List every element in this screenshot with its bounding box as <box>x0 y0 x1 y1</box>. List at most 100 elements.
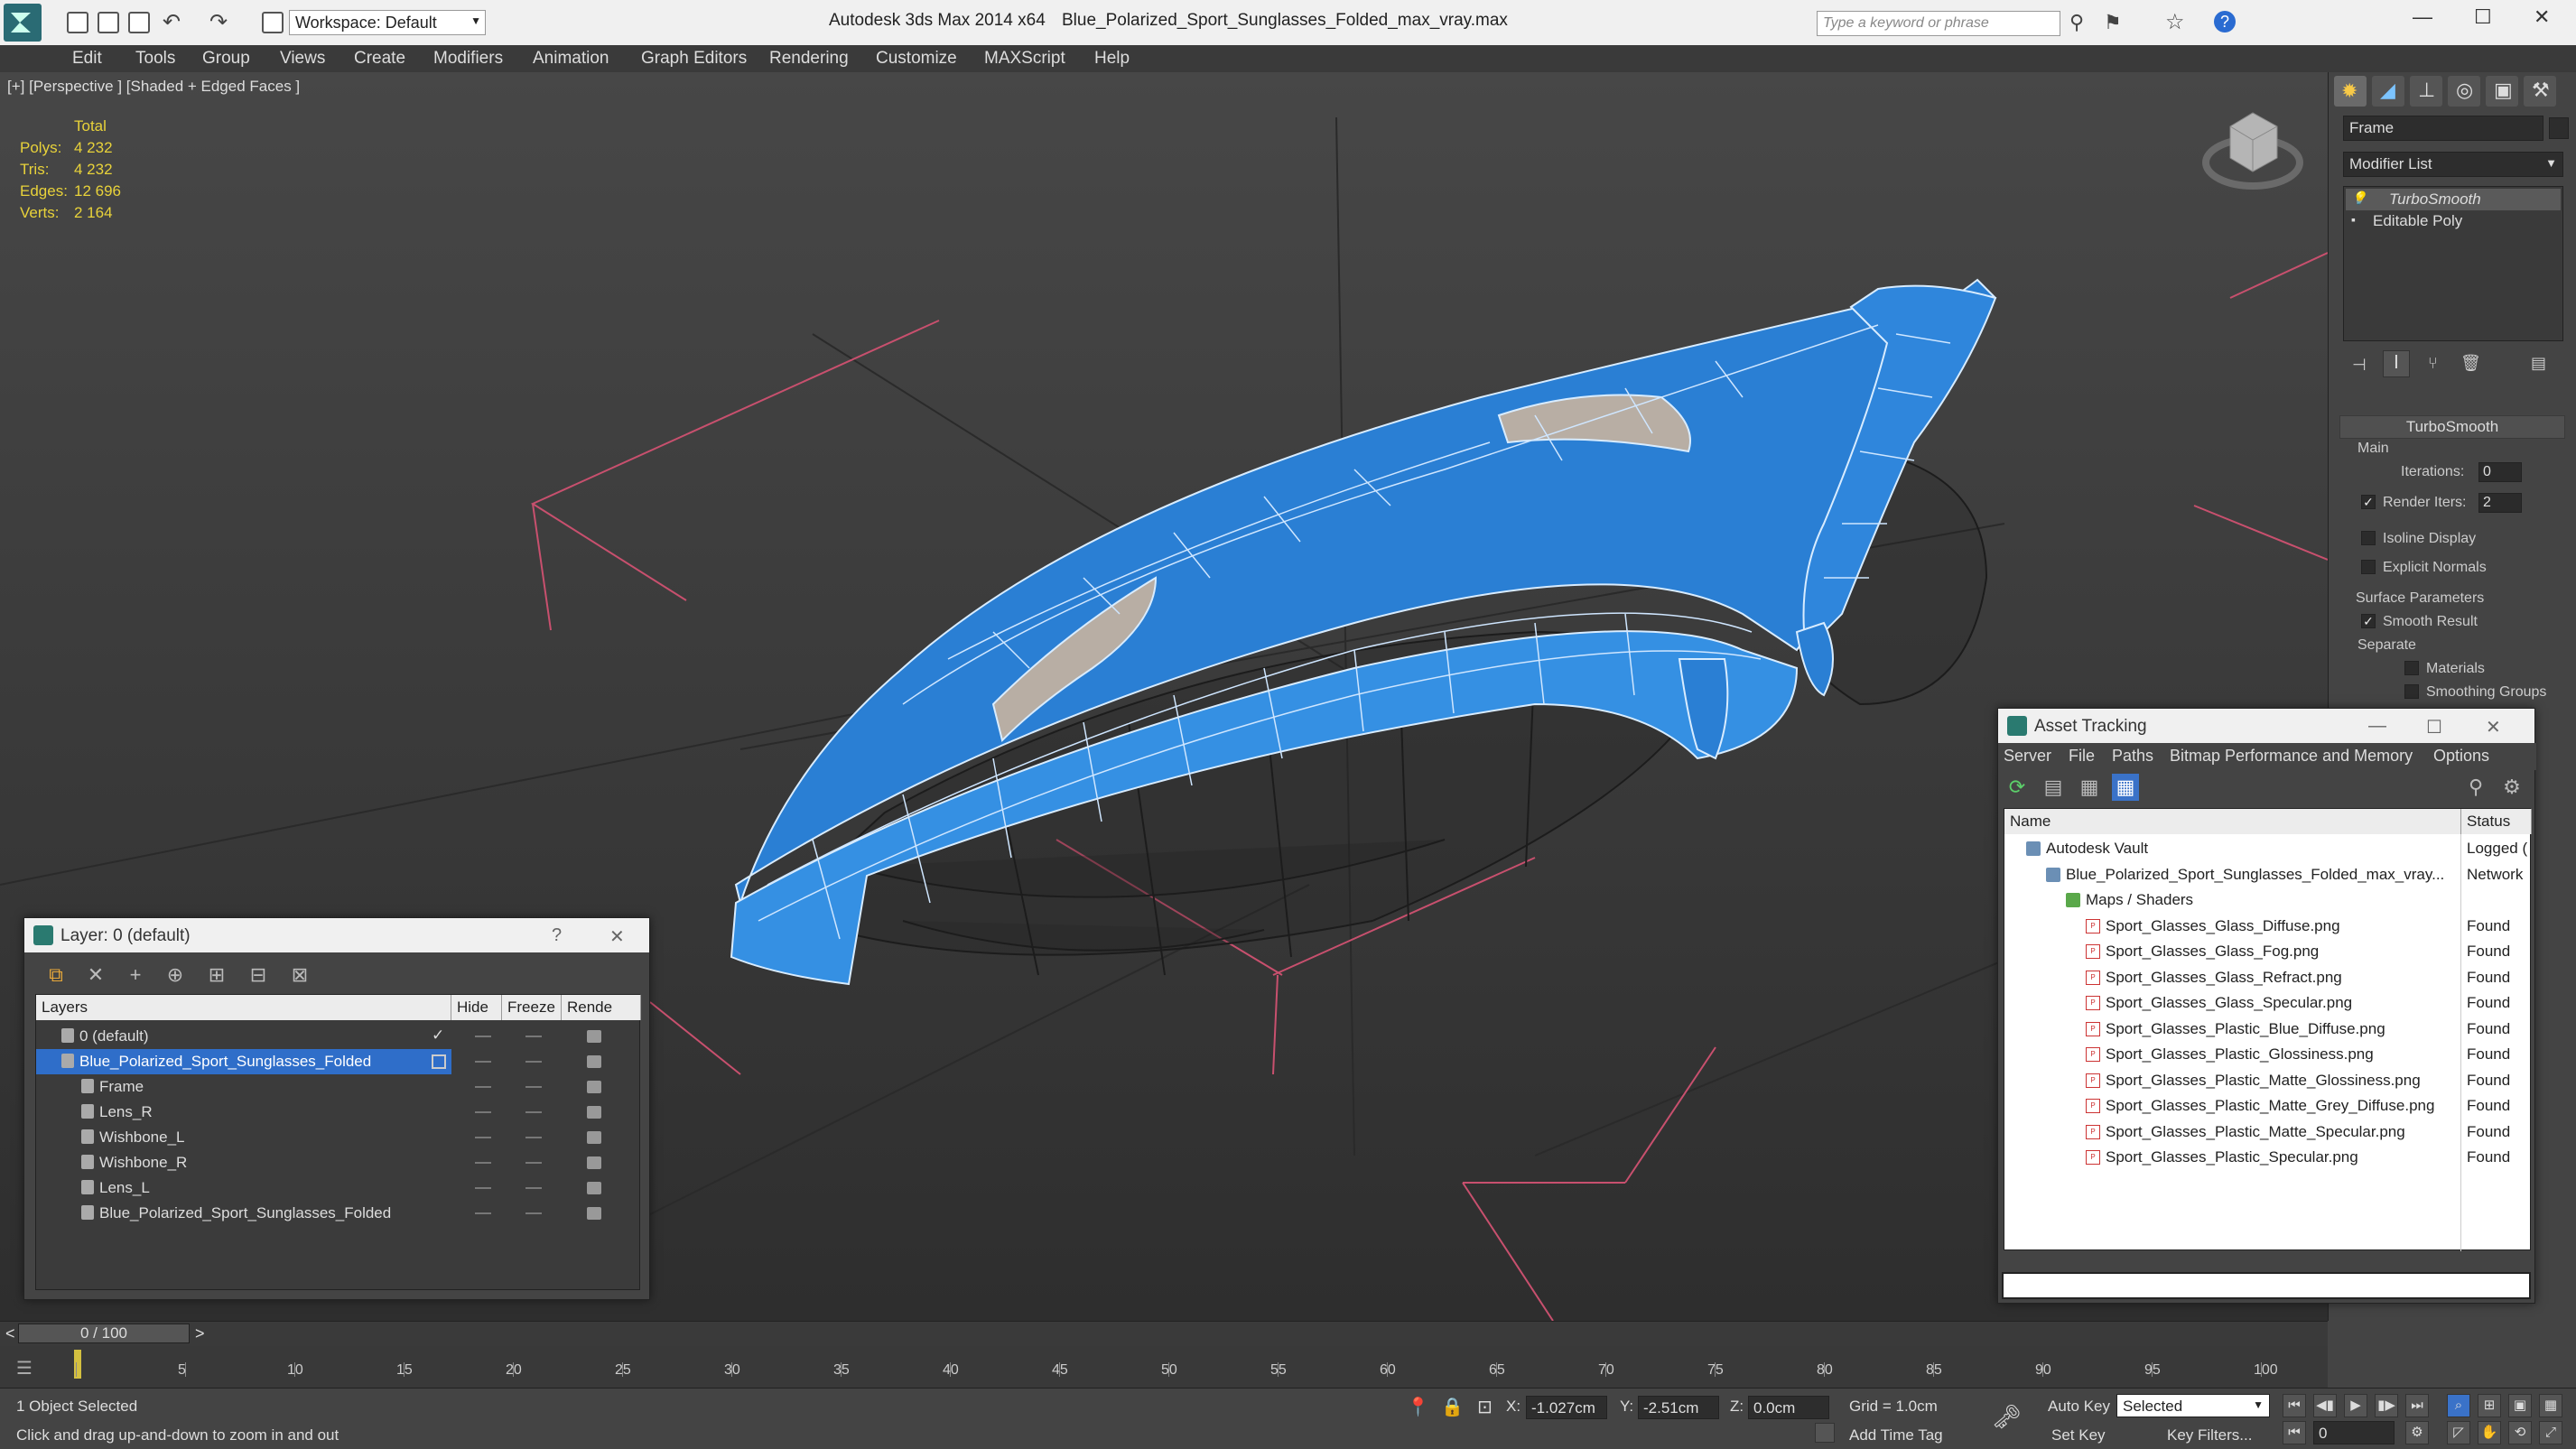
open-file-icon[interactable] <box>98 12 119 33</box>
project-folder-icon[interactable] <box>262 12 284 33</box>
time-configuration-icon[interactable]: ⚙ <box>2405 1421 2429 1444</box>
add-time-tag[interactable]: Add Time Tag <box>1849 1426 1943 1444</box>
freeze-toggle[interactable] <box>525 1137 542 1138</box>
freeze-toggle[interactable] <box>525 1212 542 1214</box>
freeze-toggle[interactable] <box>525 1111 542 1113</box>
menu-tools[interactable]: Tools <box>135 49 175 69</box>
layer-row[interactable]: Lens_R <box>36 1100 641 1125</box>
isoline-display-checkbox[interactable] <box>2361 531 2376 545</box>
motion-tab-icon[interactable]: ◎ <box>2448 76 2480 107</box>
layer-window-titlebar[interactable]: Layer: 0 (default) ? ✕ <box>24 918 649 952</box>
maximize-icon[interactable]: ☐ <box>2426 716 2442 738</box>
renderable-icon[interactable] <box>587 1081 601 1093</box>
column-header-freeze[interactable]: Freeze <box>502 995 562 1020</box>
close-icon[interactable]: ✕ <box>609 925 625 948</box>
object-name-field[interactable]: Frame <box>2343 116 2543 141</box>
renderable-icon[interactable] <box>587 1131 601 1144</box>
freeze-toggle[interactable] <box>525 1086 542 1088</box>
column-header-hide[interactable]: Hide <box>451 995 502 1020</box>
menu-animation[interactable]: Animation <box>533 49 609 69</box>
vault-help-icon[interactable]: ⚲ <box>2462 774 2489 801</box>
thumbnail-view-icon[interactable]: ▦ <box>2076 774 2103 801</box>
layer-row[interactable]: Wishbone_L <box>36 1125 641 1150</box>
asset-menu-options[interactable]: Options <box>2433 747 2489 766</box>
expand-icon[interactable]: ▪ <box>2351 212 2356 227</box>
asset-path-field[interactable] <box>2002 1272 2531 1299</box>
asset-row[interactable]: Blue_Polarized_Sport_Sunglasses_Folded_m… <box>2004 862 2530 887</box>
menu-views[interactable]: Views <box>280 49 325 69</box>
pin-stack-icon[interactable]: ⊣ <box>2352 356 2367 375</box>
asset-row[interactable]: P Sport_Glasses_Plastic_Blue_Diffuse.png F… <box>2004 1017 2530 1042</box>
hierarchy-tab-icon[interactable]: ⊥ <box>2410 76 2442 107</box>
asset-row[interactable]: P Sport_Glasses_Plastic_Glossiness.png Fou… <box>2004 1042 2530 1067</box>
make-unique-icon[interactable]: ⑂ <box>2428 354 2438 373</box>
renderable-icon[interactable] <box>587 1156 601 1169</box>
list-view-icon[interactable]: ▤ <box>2040 774 2067 801</box>
asset-window-titlebar[interactable]: Asset Tracking — ☐ ✕ <box>1998 709 2534 743</box>
key-filters-button[interactable]: Key Filters... <box>2167 1426 2252 1444</box>
time-slider-thumb[interactable]: 0 / 100 <box>18 1324 190 1343</box>
menu-customize[interactable]: Customize <box>876 49 957 69</box>
iterations-spinner[interactable]: 0 <box>2478 462 2522 482</box>
asset-row[interactable]: P Sport_Glasses_Plastic_Specular.png Found <box>2004 1145 2530 1170</box>
highlight-selected-icon[interactable]: ⊞ <box>203 961 230 989</box>
render-iters-checkbox[interactable]: ✓ <box>2361 495 2376 509</box>
menu-maxscript[interactable]: MAXScript <box>984 49 1065 69</box>
explicit-normals-checkbox[interactable] <box>2361 560 2376 574</box>
binoculars-icon[interactable]: ⚲ <box>2069 11 2084 34</box>
search-input[interactable]: Type a keyword or phrase <box>1817 11 2060 36</box>
time-slider[interactable]: < 0 / 100 > <box>0 1321 2328 1346</box>
asset-menu-paths[interactable]: Paths <box>2112 747 2153 766</box>
render-iters-spinner[interactable]: 2 <box>2478 493 2522 513</box>
communication-center-icon[interactable]: ⚑ <box>2104 11 2122 34</box>
remove-modifier-icon[interactable]: 🗑 <box>2460 354 2481 373</box>
help-icon[interactable]: ? <box>552 925 562 946</box>
materials-checkbox[interactable] <box>2404 661 2419 675</box>
freeze-all-icon[interactable]: ⊠ <box>286 961 313 989</box>
create-tab-icon[interactable]: ✹ <box>2334 76 2367 107</box>
column-header-status[interactable]: Status <box>2461 809 2532 834</box>
display-tab-icon[interactable]: ▣ <box>2486 76 2518 107</box>
hide-all-icon[interactable]: ⊟ <box>245 961 272 989</box>
current-layer-box[interactable] <box>432 1054 446 1069</box>
absolute-mode-icon[interactable]: ⊡ <box>1477 1396 1493 1418</box>
layer-row[interactable]: Blue_Polarized_Sport_Sunglasses_Folded <box>36 1049 451 1074</box>
column-header-render[interactable]: Rende <box>562 995 641 1020</box>
key-mode-toggle-icon[interactable]: ⏮ <box>2283 1421 2306 1444</box>
time-slider-prev[interactable]: < <box>5 1324 15 1343</box>
hide-toggle[interactable] <box>475 1036 491 1037</box>
orbit-icon[interactable]: ⟲ <box>2508 1421 2532 1444</box>
add-to-layer-icon[interactable]: + <box>122 961 149 989</box>
new-file-icon[interactable] <box>67 12 88 33</box>
selection-lock-icon[interactable]: 🔒 <box>1441 1396 1464 1418</box>
asset-row[interactable]: P Sport_Glasses_Glass_Refract.png Found <box>2004 965 2530 990</box>
smooth-result-checkbox[interactable]: ✓ <box>2361 614 2376 628</box>
help-icon[interactable]: ? <box>2214 11 2236 33</box>
asset-row[interactable]: P Sport_Glasses_Plastic_Matte_Specular.pn… <box>2004 1119 2530 1145</box>
asset-menu-bitmap[interactable]: Bitmap Performance and Memory <box>2170 747 2413 766</box>
hide-toggle[interactable] <box>475 1086 491 1088</box>
refresh-icon[interactable]: ⟳ <box>2004 774 2031 801</box>
menu-rendering[interactable]: Rendering <box>769 49 849 69</box>
viewcube-icon[interactable] <box>2202 112 2303 190</box>
redo-icon[interactable]: ↷ <box>209 9 228 35</box>
menu-edit[interactable]: Edit <box>72 49 102 69</box>
object-color-swatch[interactable] <box>2549 117 2569 139</box>
show-end-result-icon[interactable]: Ⅰ <box>2383 350 2410 377</box>
modify-tab-icon[interactable]: ◢ <box>2372 76 2404 107</box>
options-icon[interactable]: ⚙ <box>2498 774 2525 801</box>
isolate-selection-icon[interactable]: 📍 <box>1407 1396 1429 1418</box>
go-to-start-icon[interactable]: ⏮ <box>2283 1394 2306 1417</box>
new-layer-icon[interactable]: ⧉ <box>42 961 70 989</box>
renderable-icon[interactable] <box>587 1106 601 1119</box>
turbosmooth-rollout-header[interactable]: TurboSmooth <box>2339 415 2565 439</box>
layer-row[interactable]: 0 (default) <box>36 1024 641 1049</box>
close-window-icon[interactable]: ✕ <box>2534 5 2550 29</box>
column-header-layers[interactable]: Layers <box>36 995 451 1020</box>
column-header-name[interactable]: Name <box>2004 809 2461 834</box>
minimize-window-icon[interactable]: — <box>2413 5 2432 29</box>
time-tag-icon[interactable] <box>1815 1423 1835 1443</box>
asset-row[interactable]: Maps / Shaders <box>2004 887 2530 913</box>
go-to-end-icon[interactable]: ⏭ <box>2405 1394 2429 1417</box>
asset-row[interactable]: P Sport_Glasses_Plastic_Matte_Glossiness.… <box>2004 1068 2530 1093</box>
